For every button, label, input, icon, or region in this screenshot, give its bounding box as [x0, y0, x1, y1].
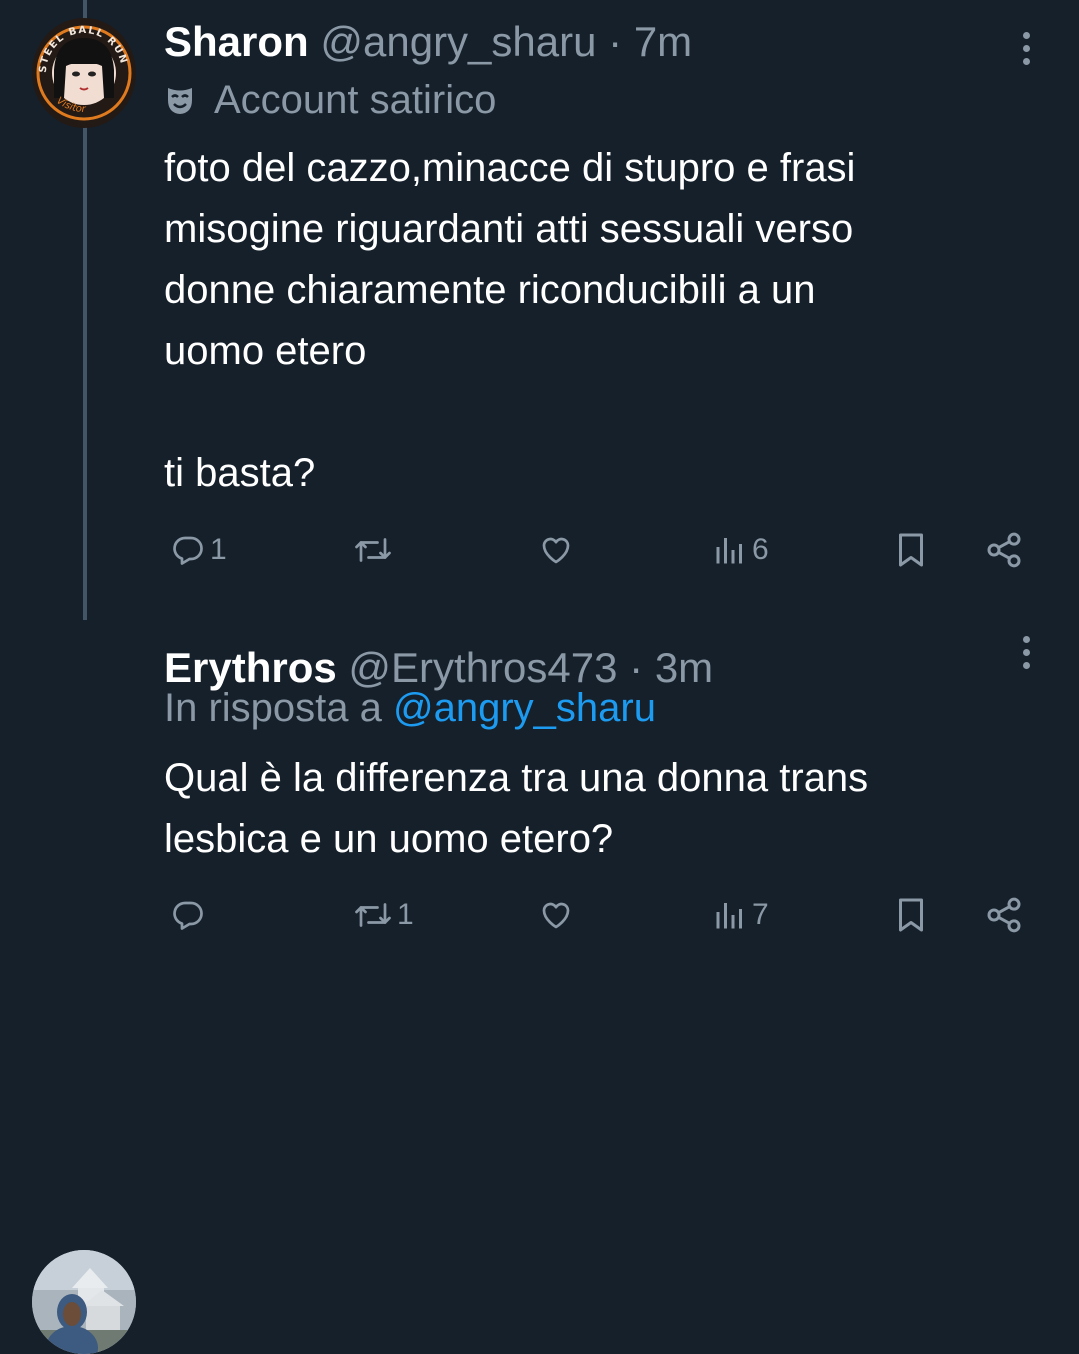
more-options-button[interactable] [1016, 636, 1036, 675]
views-count: 7 [752, 898, 769, 931]
reply-button[interactable] [170, 890, 210, 940]
repost-count: 1 [397, 898, 414, 931]
tweet-actions: 1 6 [0, 525, 1079, 575]
views-button[interactable]: 6 [712, 525, 769, 575]
more-dot-icon [1022, 662, 1030, 669]
repost-icon [355, 538, 391, 562]
theater-mask-icon [168, 88, 192, 114]
more-dot-icon [1022, 45, 1030, 52]
tweet-text: Qual è la differenza tra una donna trans… [164, 756, 869, 861]
tweet-actions: 1 7 [0, 890, 1079, 940]
views-button[interactable]: 7 [712, 890, 769, 940]
more-dot-icon [1022, 649, 1030, 656]
bookmark-icon [899, 533, 923, 567]
more-dot-icon [1022, 58, 1030, 65]
views-chart-icon [716, 903, 742, 929]
heart-icon [542, 902, 570, 929]
timestamp[interactable]: 3m [655, 644, 713, 691]
views-chart-icon [716, 538, 742, 564]
tweet-text: foto del cazzo,minacce di stupro e frasi… [164, 146, 856, 495]
heart-icon [542, 537, 570, 564]
views-count: 6 [752, 533, 769, 566]
share-icon [987, 897, 1021, 933]
bookmark-icon [899, 898, 923, 932]
separator-dot: · [629, 644, 644, 691]
reply-icon [173, 901, 203, 930]
like-button[interactable] [537, 890, 579, 940]
display-name[interactable]: Erythros [164, 644, 337, 691]
timestamp[interactable]: 7m [634, 18, 692, 65]
user-handle[interactable]: @Erythros473 [348, 644, 617, 691]
separator-dot: · [608, 18, 623, 65]
tweet-header: Erythros @Erythros473 · 3m [164, 644, 713, 692]
account-label-text: Account satirico [214, 78, 497, 122]
reply-context-prefix: In risposta a [164, 686, 382, 730]
repost-button[interactable] [353, 525, 397, 575]
tweet-sharon: STEEL BALL RUN Visitor Sharon @angry_sha… [0, 0, 1079, 620]
repost-icon [355, 903, 391, 927]
account-label: Account satirico [164, 78, 496, 123]
share-button[interactable] [984, 525, 1024, 575]
avatar-sharon[interactable]: STEEL BALL RUN Visitor [32, 18, 136, 128]
user-handle[interactable]: @angry_sharu [320, 18, 596, 65]
share-icon [987, 532, 1021, 568]
repost-button[interactable]: 1 [353, 890, 414, 940]
tweet-erythros: Erythros @Erythros473 · 3m In risposta a… [0, 620, 1079, 1354]
bookmark-button[interactable] [893, 890, 929, 940]
reply-context: In risposta a @angry_sharu [164, 686, 656, 731]
share-button[interactable] [984, 890, 1024, 940]
more-options-button[interactable] [1016, 32, 1036, 71]
reply-mention-link[interactable]: @angry_sharu [393, 686, 656, 730]
like-button[interactable] [537, 525, 579, 575]
tweet-header: Sharon @angry_sharu · 7m [164, 18, 692, 66]
bookmark-button[interactable] [893, 525, 929, 575]
display-name[interactable]: Sharon [164, 18, 309, 65]
more-dot-icon [1022, 32, 1030, 39]
reply-icon [173, 536, 203, 565]
reply-button[interactable]: 1 [170, 525, 227, 575]
reply-count: 1 [210, 533, 227, 566]
avatar-erythros[interactable] [32, 1250, 136, 1354]
more-dot-icon [1022, 636, 1030, 643]
